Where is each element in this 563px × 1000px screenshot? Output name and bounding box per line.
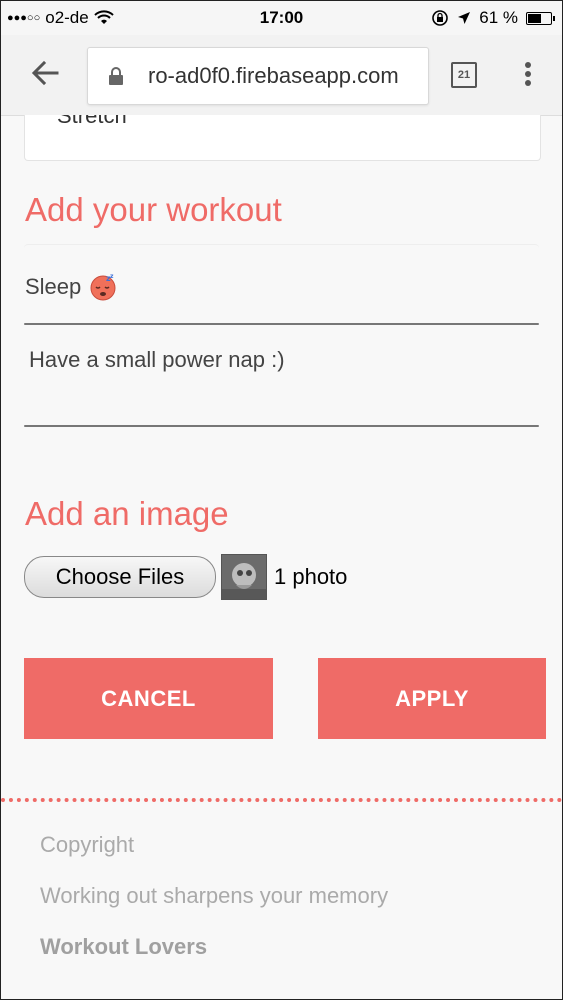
workout-card: Stretch bbox=[24, 115, 541, 161]
photo-thumbnail bbox=[221, 554, 267, 600]
orientation-lock-icon bbox=[432, 10, 449, 26]
address-bar[interactable]: ro-ad0f0.firebaseapp.com bbox=[87, 47, 429, 105]
input-underline bbox=[24, 425, 539, 427]
location-arrow-icon bbox=[458, 12, 471, 24]
file-picker: Choose Files 1 photo bbox=[24, 554, 347, 600]
add-image-heading: Add an image bbox=[25, 495, 229, 532]
file-count: 1 photo bbox=[274, 564, 348, 589]
svg-text:z: z bbox=[110, 273, 114, 280]
status-bar: ●●●○○ o2-de 17:00 61 % bbox=[1, 1, 562, 35]
sleeping-face-icon: z z bbox=[90, 273, 116, 301]
choose-files-button[interactable]: Choose Files bbox=[24, 556, 216, 598]
battery-icon bbox=[526, 11, 555, 25]
workout-title-value: Sleep bbox=[25, 274, 82, 299]
url-text: ro-ad0f0.firebaseapp.com bbox=[148, 63, 399, 88]
workout-card-title: Stretch bbox=[57, 115, 127, 128]
tab-switcher-button[interactable]: 21 bbox=[451, 62, 477, 88]
lock-icon bbox=[109, 67, 123, 85]
back-arrow-icon[interactable] bbox=[27, 55, 63, 91]
browser-toolbar: ro-ad0f0.firebaseapp.com 21 bbox=[1, 35, 562, 116]
add-workout-heading: Add your workout bbox=[25, 191, 282, 228]
footer-divider bbox=[1, 798, 562, 802]
phone-screen: ●●●○○ o2-de 17:00 61 % ro-ad0f0.firebase… bbox=[0, 0, 563, 1000]
battery-level bbox=[528, 13, 541, 23]
footer-copyright: Copyright bbox=[40, 832, 135, 857]
input-underline bbox=[24, 323, 539, 325]
cancel-button[interactable]: CANCEL bbox=[24, 658, 273, 739]
workout-title-input[interactable]: Sleep z z bbox=[24, 244, 539, 325]
apply-button[interactable]: APPLY bbox=[318, 658, 546, 739]
more-vert-icon[interactable] bbox=[521, 59, 535, 89]
footer-brand: Workout Lovers bbox=[40, 934, 208, 959]
workout-description-value: Have a small power nap :) bbox=[29, 347, 285, 372]
footer-tagline: Working out sharpens your memory bbox=[40, 883, 389, 908]
battery-percent: 61 % bbox=[479, 8, 518, 27]
workout-description-input[interactable]: Have a small power nap :) bbox=[24, 331, 539, 427]
